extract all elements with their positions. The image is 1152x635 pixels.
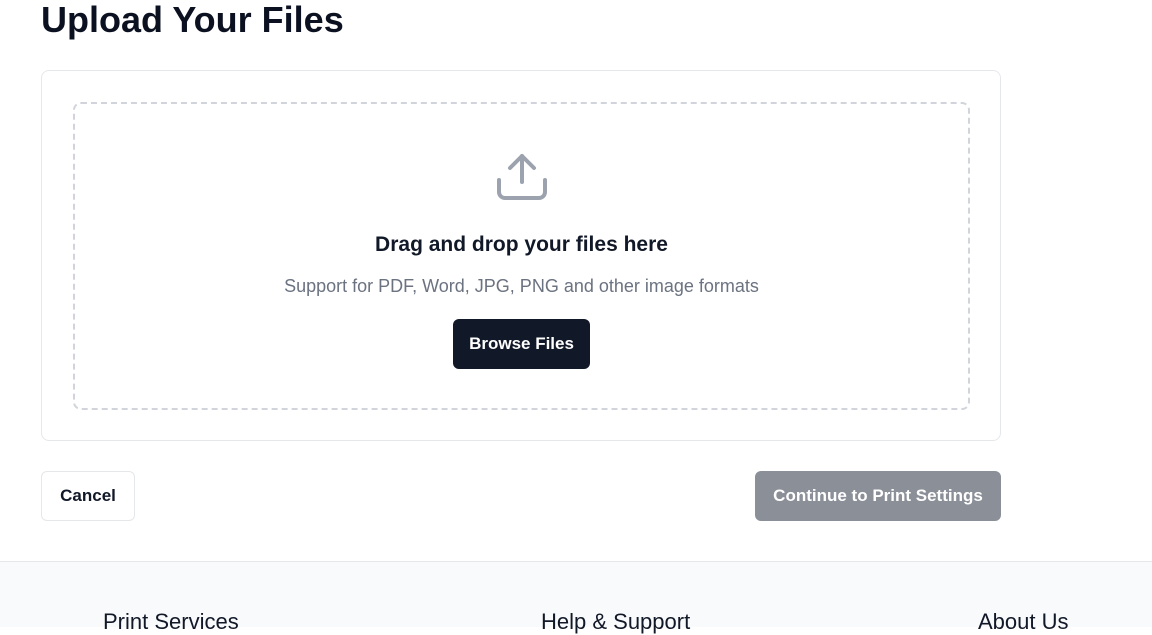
- dropzone-subtitle: Support for PDF, Word, JPG, PNG and othe…: [284, 276, 759, 296]
- file-dropzone[interactable]: Drag and drop your files here Support fo…: [73, 102, 970, 410]
- footer: Print Services Help & Support About Us: [0, 561, 1152, 634]
- continue-to-print-settings-button: Continue to Print Settings: [755, 471, 1001, 521]
- page-title: Upload Your Files: [41, 0, 344, 40]
- footer-heading-about-us: About Us: [978, 609, 1069, 634]
- browse-files-button[interactable]: Browse Files: [453, 319, 590, 369]
- footer-heading-print-services: Print Services: [103, 609, 239, 634]
- cancel-button[interactable]: Cancel: [41, 471, 135, 521]
- dropzone-title: Drag and drop your files here: [375, 233, 668, 256]
- upload-icon: [496, 154, 547, 200]
- upload-card: Drag and drop your files here Support fo…: [41, 70, 1001, 441]
- footer-heading-help-support: Help & Support: [541, 609, 691, 634]
